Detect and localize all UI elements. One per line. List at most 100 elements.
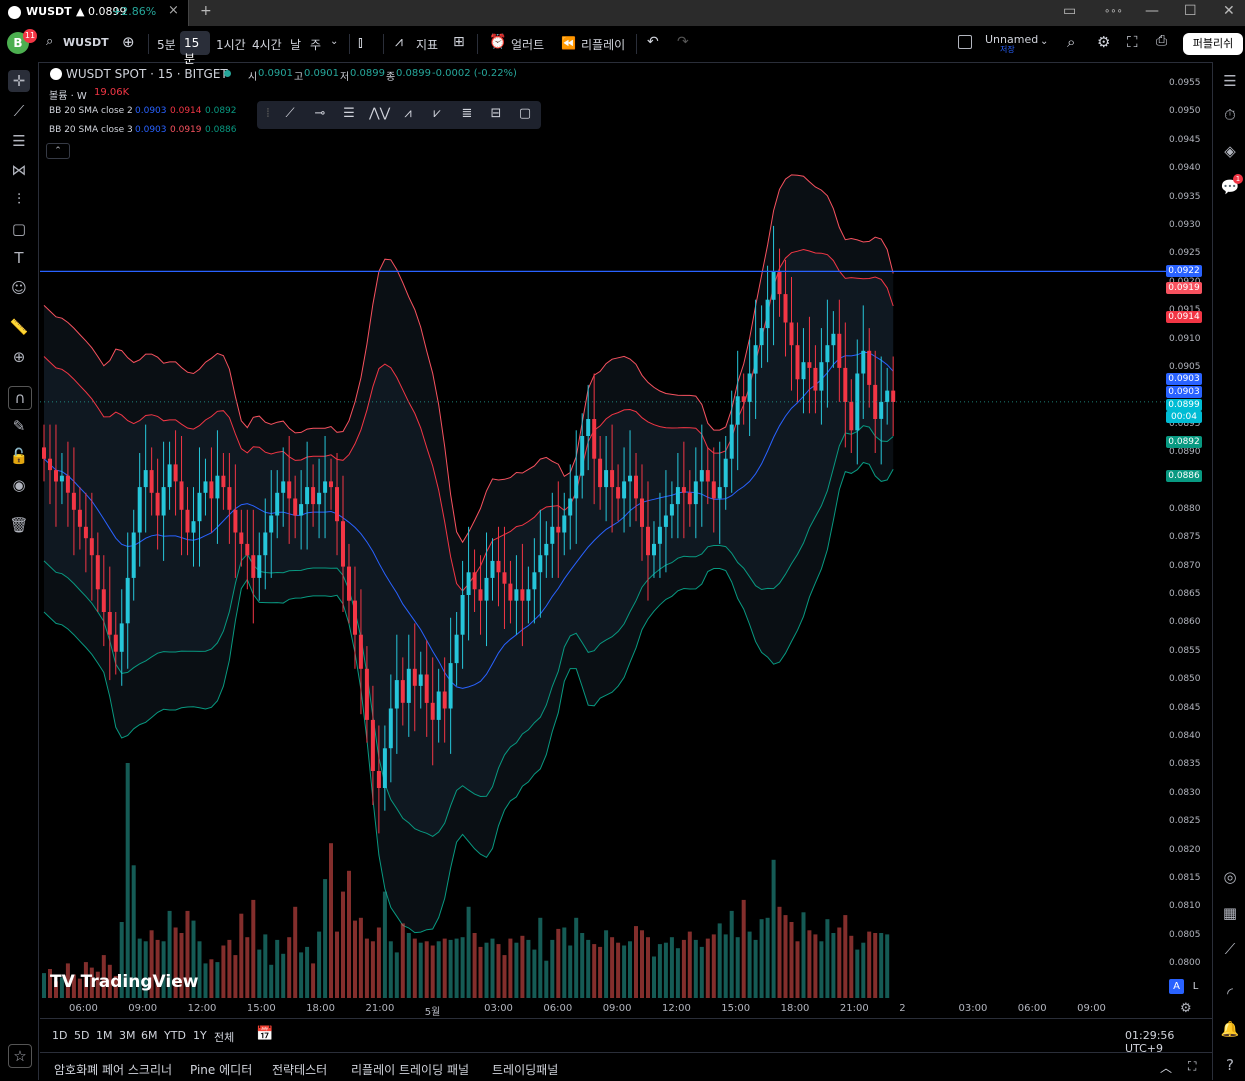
range-all[interactable]: 전체: [214, 1029, 234, 1045]
trash-icon[interactable]: 🗑: [8, 514, 30, 536]
ruler-icon[interactable]: 📏: [8, 316, 30, 338]
symbol-title[interactable]: WUSDT SPOT · 15 · BITGET: [66, 67, 228, 81]
replay-icon[interactable]: ⏪: [561, 36, 576, 50]
alerts-clock-icon[interactable]: ⏱: [1219, 104, 1241, 126]
redo-icon[interactable]: ↷: [677, 34, 689, 50]
timeframe-4h[interactable]: 4시간: [252, 36, 282, 53]
publish-button[interactable]: 퍼블리쉬: [1183, 33, 1243, 55]
text-tool-icon[interactable]: T: [8, 247, 30, 269]
crosshair-icon[interactable]: ✛: [8, 70, 30, 92]
help-icon[interactable]: ?: [1219, 1054, 1241, 1076]
tab-close-icon[interactable]: ×: [168, 3, 179, 18]
range-6m[interactable]: 6M: [141, 1029, 158, 1042]
layout-chevron-down-icon[interactable]: ⌄: [1040, 36, 1048, 47]
timeframe-15m[interactable]: 15분: [180, 31, 210, 66]
abcd-pattern-icon[interactable]: ⩗: [428, 106, 446, 124]
candle-type-icon[interactable]: ⫾: [358, 33, 363, 51]
parallel-channel-icon[interactable]: ☰: [340, 106, 358, 124]
timeframe-5m[interactable]: 5분: [157, 36, 176, 53]
trend-line-icon[interactable]: ⟋: [8, 100, 30, 122]
xabcd-pattern-icon[interactable]: ⋀⋁: [369, 106, 390, 124]
bb2-label[interactable]: BB 20 SMA close 2: [49, 106, 133, 116]
minimize-button[interactable]: —: [1145, 3, 1159, 19]
indicators-icon[interactable]: ⩘: [395, 34, 403, 50]
alert-button[interactable]: 얼러트: [511, 36, 544, 53]
pattern-icon[interactable]: ⋈: [8, 159, 30, 181]
undo-icon[interactable]: ↶: [647, 34, 659, 50]
ideas-icon[interactable]: ⟋: [1219, 938, 1241, 960]
fib-retracement-icon[interactable]: ☰: [8, 130, 30, 152]
target-icon[interactable]: ◎: [1219, 866, 1241, 888]
tab-pine-editor[interactable]: Pine 에디터: [190, 1061, 252, 1078]
bell-icon[interactable]: 🔔: [1219, 1018, 1241, 1040]
magnet-icon[interactable]: ∩: [8, 386, 32, 410]
geometric-shapes-icon[interactable]: ▢: [8, 218, 30, 240]
indicators-button[interactable]: 지표: [416, 36, 438, 53]
tab-replay-trading[interactable]: 리플레이 트레이딩 패널: [351, 1061, 469, 1078]
fib-levels-icon[interactable]: ≣: [458, 106, 476, 124]
fullscreen-icon[interactable]: ⛶: [1127, 33, 1138, 51]
prediction-icon[interactable]: ⫶: [8, 188, 30, 210]
more-icon[interactable]: ∘∘∘: [1104, 6, 1123, 17]
tab-strategy-tester[interactable]: 전략테스터: [272, 1061, 327, 1078]
close-window-button[interactable]: ✕: [1223, 3, 1235, 19]
tab-crypto-screener[interactable]: 암호화폐 페어 스크리너: [54, 1061, 172, 1078]
line-tool-icon[interactable]: ⟋: [281, 106, 299, 124]
elliott-wave-icon[interactable]: ⩘: [399, 106, 417, 124]
legend-collapse-button[interactable]: ⌃: [46, 143, 70, 159]
calendar-icon[interactable]: ▦: [1219, 902, 1241, 924]
panel-maximize-icon[interactable]: ⛶: [1188, 1059, 1196, 1074]
camera-icon[interactable]: ⎙: [1156, 33, 1167, 49]
range-1m[interactable]: 1M: [96, 1029, 113, 1042]
candle-body: [335, 487, 339, 522]
replay-button[interactable]: 리플레이: [581, 36, 625, 53]
chevron-down-icon[interactable]: ⌄: [330, 36, 338, 47]
new-tab-button[interactable]: +: [200, 3, 212, 19]
range-1d[interactable]: 1D: [52, 1029, 67, 1042]
timeframe-1h[interactable]: 1시간: [216, 36, 246, 53]
templates-icon[interactable]: ⊞: [453, 34, 465, 50]
price-axis[interactable]: 0.0955 0.0950 0.0945 0.0940 0.0935 0.0930 0.09…: [1166, 62, 1212, 1017]
log-scale-button[interactable]: L: [1188, 979, 1203, 994]
tab-trading-panel[interactable]: 트레이딩패널: [492, 1061, 558, 1078]
eye-icon[interactable]: ◉: [8, 474, 30, 496]
time-axis[interactable]: 06:00 09:00 12:00 15:00 18:00 21:00 5월 03:00 06:…: [40, 995, 1166, 1018]
horizontal-ray-icon[interactable]: ⊸: [311, 106, 329, 124]
layout-checkbox-icon[interactable]: [958, 35, 972, 49]
bb3-label[interactable]: BB 20 SMA close 3: [49, 125, 133, 135]
timeframe-day[interactable]: 날: [290, 36, 301, 53]
position-icon[interactable]: ⊟: [487, 106, 505, 124]
price-chart[interactable]: [40, 62, 1166, 1017]
maximize-button[interactable]: ☐: [1184, 3, 1197, 19]
layout-icon[interactable]: ▭: [1063, 3, 1076, 19]
candle-body: [657, 526, 662, 544]
drag-handle-icon[interactable]: ⁞: [259, 106, 277, 124]
rss-icon[interactable]: ◜: [1219, 982, 1241, 1004]
symbol-search[interactable]: WUSDT: [63, 36, 109, 49]
favorites-star-icon[interactable]: ☆: [8, 1044, 32, 1068]
rectangle-icon[interactable]: ▢: [516, 106, 534, 124]
go-to-date-icon[interactable]: 📅: [256, 1026, 273, 1042]
auto-scale-button[interactable]: A: [1169, 979, 1184, 994]
lock-icon[interactable]: 🔓: [8, 445, 30, 467]
lock-pencil-icon[interactable]: ✎: [8, 415, 30, 437]
range-3m[interactable]: 3M: [119, 1029, 136, 1042]
search-icon[interactable]: ⌕: [46, 34, 53, 49]
volume-label[interactable]: 볼륨 · W: [49, 87, 87, 102]
settings-gear-icon[interactable]: ⚙: [1097, 33, 1110, 51]
quick-search-icon[interactable]: ⌕: [1067, 33, 1075, 51]
axis-settings-gear-icon[interactable]: ⚙: [1180, 1001, 1192, 1016]
range-5d[interactable]: 5D: [74, 1029, 89, 1042]
compare-add-icon[interactable]: ⊕: [122, 33, 135, 51]
timeframe-week[interactable]: 주: [310, 36, 321, 53]
zoom-in-icon[interactable]: ⊕: [8, 346, 30, 368]
alert-icon[interactable]: ⏰: [489, 34, 506, 50]
watchlist-icon[interactable]: ☰: [1219, 70, 1241, 92]
emoji-icon[interactable]: ☺: [8, 277, 30, 299]
panel-collapse-chevron-icon[interactable]: ︿: [1160, 1059, 1172, 1076]
range-1y[interactable]: 1Y: [193, 1029, 207, 1042]
browser-tab[interactable]: WUSDT ▲ 0.0899 +2.86% ×: [0, 0, 189, 26]
range-ytd[interactable]: YTD: [164, 1029, 186, 1042]
price-axis-label: 0.0945: [1169, 134, 1201, 145]
layers-icon[interactable]: ◈: [1219, 140, 1241, 162]
